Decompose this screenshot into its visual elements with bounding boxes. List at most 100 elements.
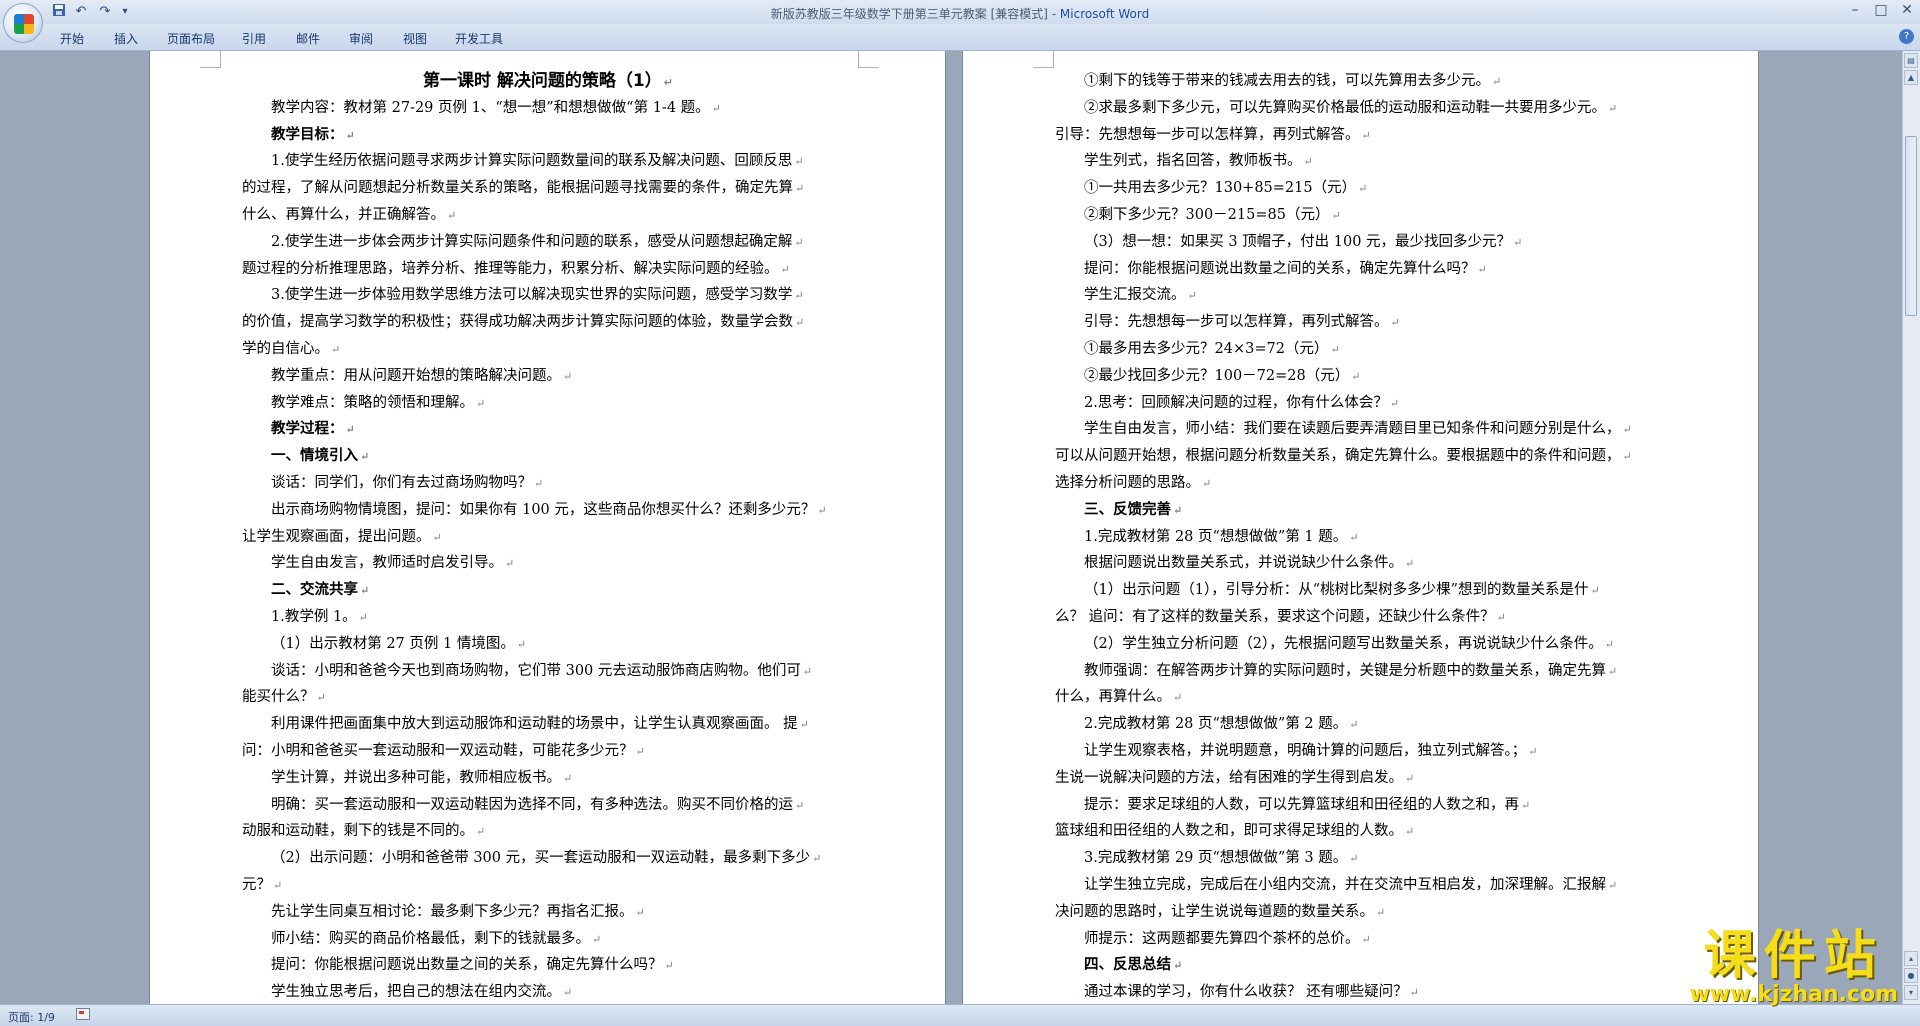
left-page-text[interactable]: 第一课时 解决问题的策略（1） ↵ 教学内容：教材第 27-29 页例 1、“想一想… [242,68,854,1004]
text-line-content: 1.使学生经历依据问题寻求两步计算实际问题数量间的联系及解决问题、回顾反思 [271,153,793,170]
text-line[interactable]: （2）出示问题：小明和爸爸带 300 元，买一套运动服和一双运动鞋，最多剩下多少… [242,845,854,872]
text-line[interactable]: 学生汇报交流。 ↵ [1055,282,1667,309]
tab-review[interactable]: 审阅 [349,30,373,47]
text-line[interactable]: 教学过程： ↵ [242,416,854,443]
text-line[interactable]: 引导：先想想每一步可以怎样算，再列式解答。 ↵ [1055,122,1667,149]
minimize-button[interactable]: – [1842,0,1868,20]
text-line[interactable]: 让学生独立完成，完成后在小组内交流，并在交流中互相启发，加深理解。汇报解 ↵ [1055,872,1667,899]
text-line[interactable]: 生说一说解决问题的方法，给有困难的学生得到启发。 ↵ [1055,765,1667,792]
text-line-content: 学生自由发言，教师适时启发引导。 [271,555,503,572]
tab-references[interactable]: 引用 [242,30,266,47]
text-line[interactable]: 先让学生同桌互相讨论：最多剩下多少元？再指名汇报。 ↵ [242,899,854,926]
office-button[interactable] [3,3,43,43]
text-line[interactable]: 提问：你能根据问题说出数量之间的关系，确定先算什么吗？ ↵ [242,952,854,979]
text-line[interactable]: ①最多用去多少元？24×3=72（元） ↵ [1055,336,1667,363]
maximize-button[interactable]: □ [1868,0,1894,20]
text-line[interactable]: （2）学生独立分析问题（2），先根据问题写出数量关系，再说说缺少什么条件。 ↵ [1055,631,1667,658]
text-line[interactable]: 问：小明和爸爸买一套运动服和一双运动鞋，可能花多少元？ ↵ [242,738,854,765]
tab-home[interactable]: 开始 [60,30,84,47]
text-line[interactable]: 提问：你能根据问题说出数量之间的关系，确定先算什么吗？ ↵ [1055,256,1667,283]
text-line[interactable]: 学的自信心。 ↵ [242,336,854,363]
scroll-thumb[interactable] [1905,136,1917,316]
text-line[interactable]: 的价值，提高学习数学的积极性；获得成功解决两步计算实际问题的体验，数量学会数 ↵ [242,309,854,336]
text-line[interactable]: 学生计算，并说出多种可能，教师相应板书。 ↵ [242,765,854,792]
text-line[interactable]: （1）出示教材第 27 页例 1 情境图。 ↵ [242,631,854,658]
text-line[interactable]: 1.完成教材第 28 页“想想做做”第 1 题。 ↵ [1055,524,1667,551]
text-line[interactable]: 能买什么？ ↵ [242,684,854,711]
text-line[interactable]: 学生独立思考后，把自己的想法在组内交流。 ↵ [242,979,854,1004]
text-line[interactable]: 么？ 追问：有了这样的数量关系，要求这个问题，还缺少什么条件？ ↵ [1055,604,1667,631]
text-line[interactable]: 引导：先想想每一步可以怎样算，再列式解答。 ↵ [1055,309,1667,336]
page-number-status[interactable]: 页面: 1/9 [8,1009,55,1025]
text-line[interactable]: 的过程，了解从问题想起分析数量关系的策略，能根据问题寻找需要的条件，确定先算 ↵ [242,175,854,202]
text-line[interactable]: 师小结：购买的商品价格最低，剩下的钱就最多。 ↵ [242,926,854,953]
text-line[interactable]: ②最少找回多少元？100－72=28（元） ↵ [1055,363,1667,390]
text-line[interactable]: 学生自由发言，教师适时启发引导。 ↵ [242,550,854,577]
text-line[interactable]: 1.使学生经历依据问题寻求两步计算实际问题数量间的联系及解决问题、回顾反思 ↵ [242,148,854,175]
document-workspace[interactable]: 第一课时 解决问题的策略（1） ↵ 教学内容：教材第 27-29 页例 1、“想一想… [0,51,1903,1004]
text-line[interactable]: 出示商场购物情境图，提问：如果你有 100 元，这些商品你想买什么？还剩多少元？… [242,497,854,524]
text-line[interactable]: 一、情境引入 ↵ [242,443,854,470]
text-line[interactable]: 三、反馈完善 ↵ [1055,497,1667,524]
text-line[interactable]: 2.使学生进一步体会两步计算实际问题条件和问题的联系，感受从问题想起确定解 ↵ [242,229,854,256]
right-page-text[interactable]: ①剩下的钱等于带来的钱减去用去的钱，可以先算用去多少元。 ↵ ②求最多剩下多少元，可… [1055,68,1667,1004]
text-line[interactable]: 篮球组和田径组的人数之和，即可求得足球组的人数。 ↵ [1055,818,1667,845]
text-line[interactable]: 2.完成教材第 28 页“想想做做”第 2 题。 ↵ [1055,711,1667,738]
text-line[interactable]: 教学内容：教材第 27-29 页例 1、“想一想”和想想做做“第 1-4 题。 ↵ [242,95,854,122]
text-line[interactable]: 教学目标： ↵ [242,122,854,149]
text-line[interactable]: 让学生观察表格，并说明题意，明确计算的问题后，独立列式解答。； ↵ [1055,738,1667,765]
vertical-scrollbar[interactable]: ▤ ▲ ▴ ● ▾ [1902,51,1920,1004]
text-line[interactable]: 学生自由发言，师小结：我们要在读题后要弄清题目里已知条件和问题分别是什么， ↵ [1055,416,1667,443]
scroll-up-arrow-icon[interactable]: ▲ [1904,70,1918,85]
text-line[interactable]: 提示：要求足球组的人数，可以先算篮球组和田径组的人数之和，再 ↵ [1055,792,1667,819]
tab-insert[interactable]: 插入 [114,30,138,47]
text-line[interactable]: 决问题的思路时，让学生说说每道题的数量关系。 ↵ [1055,899,1667,926]
text-line[interactable]: ①剩下的钱等于带来的钱减去用去的钱，可以先算用去多少元。 ↵ [1055,68,1667,95]
ruler-toggle-icon[interactable]: ▤ [1904,53,1918,68]
select-browse-object-icon[interactable]: ● [1904,968,1918,983]
text-line[interactable]: 利用课件把画面集中放大到运动服饰和运动鞋的场景中，让学生认真观察画面。 提 ↵ [242,711,854,738]
text-line[interactable]: 教学难点：策略的领悟和理解。 ↵ [242,390,854,417]
tab-view[interactable]: 视图 [403,30,427,47]
text-line[interactable]: 谈话：小明和爸爸今天也到商场购物，它们带 300 元去运动服饰商店购物。他们可 ↵ [242,658,854,685]
text-line[interactable]: 谈话：同学们，你们有去过商场购物吗？ ↵ [242,470,854,497]
text-line[interactable]: 学生列式，指名回答，教师板书。 ↵ [1055,148,1667,175]
document-heading[interactable]: 第一课时 解决问题的策略（1） ↵ [242,68,854,95]
text-line[interactable]: 选择分析问题的思路。 ↵ [1055,470,1667,497]
text-line[interactable]: 可以从问题开始想，根据问题分析数量关系，确定先算什么。要根据题中的条件和问题， ↵ [1055,443,1667,470]
text-line[interactable]: 让学生观察画面，提出问题。 ↵ [242,524,854,551]
text-line[interactable]: ②剩下多少元？300－215=85（元） ↵ [1055,202,1667,229]
text-line[interactable]: （1）出示问题（1），引导分析：从“桃树比梨树多多少棵”想到的数量关系是什 ↵ [1055,577,1667,604]
text-line[interactable]: 什么，再算什么。 ↵ [1055,684,1667,711]
close-button[interactable]: ✕ [1894,0,1920,20]
tab-mailings[interactable]: 邮件 [296,30,320,47]
text-line[interactable]: ②求最多剩下多少元，可以先算购买价格最低的运动服和运动鞋一共要用多少元。 ↵ [1055,95,1667,122]
text-line[interactable]: 元？ ↵ [242,872,854,899]
text-line[interactable]: 明确：买一套运动服和一双运动鞋因为选择不同，有多种选法。购买不同价格的运 ↵ [242,792,854,819]
next-page-icon[interactable]: ▾ [1904,985,1918,1000]
text-line[interactable]: 动服和运动鞋，剩下的钱是不同的。 ↵ [242,818,854,845]
text-line[interactable]: 根据问题说出数量关系式，并说说缺少什么条件。 ↵ [1055,550,1667,577]
text-line[interactable]: 师提示：这两题都要先算四个茶杯的总价。 ↵ [1055,926,1667,953]
proofing-icon[interactable] [76,1008,90,1020]
text-line[interactable]: 教学重点：用从问题开始想的策略解决问题。 ↵ [242,363,854,390]
text-line[interactable]: 3.使学生进一步体验用数学思维方法可以解决现实世界的实际问题，感受学习数学 ↵ [242,282,854,309]
tab-page-layout[interactable]: 页面布局 [167,30,215,47]
help-icon[interactable]: ? [1899,29,1914,44]
text-line[interactable]: （3）想一想：如果买 3 顶帽子，付出 100 元，最少找回多少元？ ↵ [1055,229,1667,256]
text-line[interactable]: 通过本课的学习，你有什么收获？ 还有哪些疑问？ ↵ [1055,979,1667,1004]
text-line[interactable]: 1.教学例 1。 ↵ [242,604,854,631]
tab-developer[interactable]: 开发工具 [455,30,503,47]
text-line[interactable]: 题过程的分析推理思路，培养分析、推理等能力，积累分析、解决实际问题的经验。 ↵ [242,256,854,283]
document-page-right[interactable]: ①剩下的钱等于带来的钱减去用去的钱，可以先算用去多少元。 ↵ ②求最多剩下多少元，可… [963,51,1758,1004]
previous-page-icon[interactable]: ▴ [1904,951,1918,966]
text-line[interactable]: 四、反思总结 ↵ [1055,952,1667,979]
text-line[interactable]: 2.思考：回顾解决问题的过程，你有什么体会？ ↵ [1055,390,1667,417]
text-line[interactable]: 教师强调：在解答两步计算的实际问题时，关键是分析题中的数量关系，确定先算 ↵ [1055,658,1667,685]
text-line[interactable]: 二、交流共享 ↵ [242,577,854,604]
text-line[interactable]: ①一共用去多少元？130+85=215（元） ↵ [1055,175,1667,202]
paragraph-mark-icon: ↵ [432,530,442,544]
text-line[interactable]: 什么、再算什么，并正确解答。 ↵ [242,202,854,229]
text-line[interactable]: 3.完成教材第 29 页“想想做做”第 3 题。 ↵ [1055,845,1667,872]
document-page-left[interactable]: 第一课时 解决问题的策略（1） ↵ 教学内容：教材第 27-29 页例 1、“想一想… [150,51,945,1004]
